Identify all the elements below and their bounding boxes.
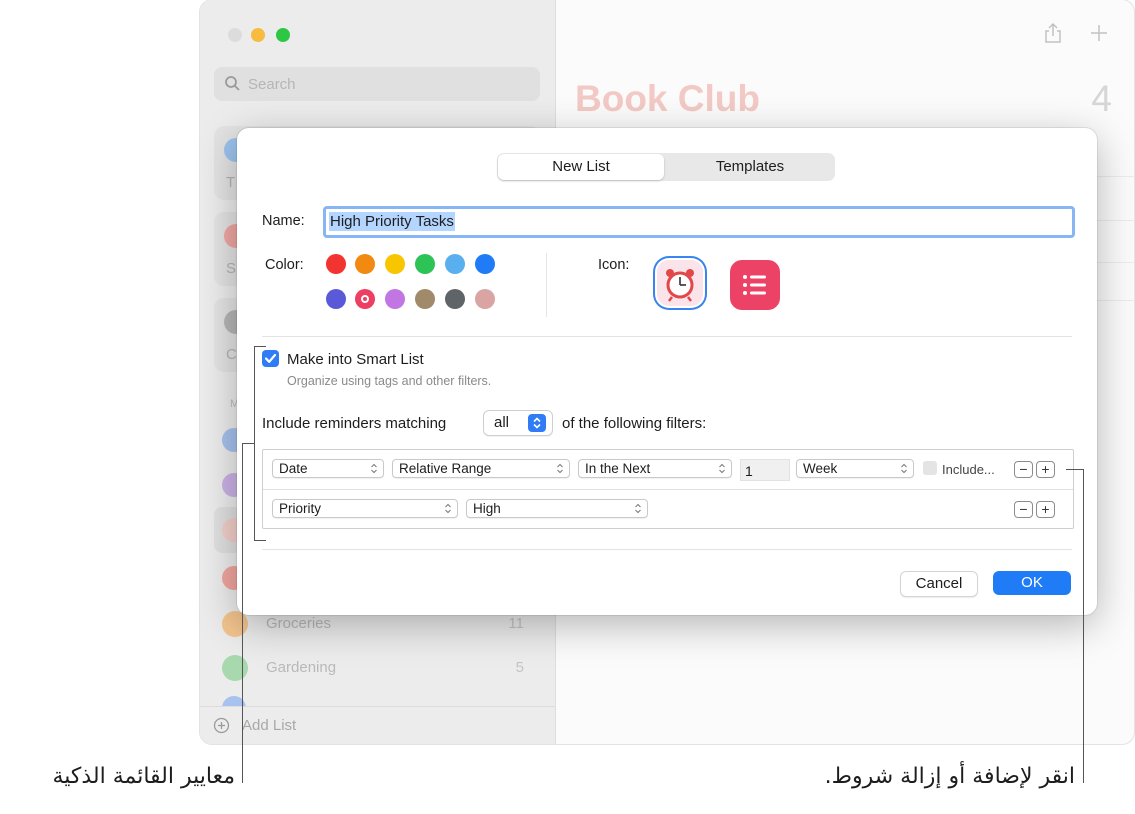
rule2-field-popup[interactable]: Priority xyxy=(272,499,458,518)
chevron-updown-icon xyxy=(528,414,546,432)
number-value: 1 xyxy=(745,463,753,479)
match-popup-value: all xyxy=(494,414,510,431)
popup-value: High xyxy=(473,501,501,516)
search-placeholder: Search xyxy=(248,76,296,93)
smart-list-label: Make into Smart List xyxy=(287,351,424,368)
alarm-clock-icon xyxy=(666,269,694,302)
selected-indicator-icon xyxy=(361,295,369,303)
name-input-value: High Priority Tasks xyxy=(329,212,455,231)
icon-option-list[interactable] xyxy=(730,260,780,310)
include-label: Include... xyxy=(942,462,995,477)
bracket-connector xyxy=(242,443,255,444)
rule1-number-input[interactable]: 1 xyxy=(740,459,790,481)
section-divider xyxy=(262,549,1072,550)
leaf-icon xyxy=(222,655,248,681)
popup-value: Relative Range xyxy=(399,461,492,476)
list-name: Groceries xyxy=(266,615,332,632)
filter-rules-box: Date Relative Range In the Next 1 Week I… xyxy=(262,449,1074,529)
card-label: C xyxy=(226,346,237,363)
cancel-button[interactable]: Cancel xyxy=(900,571,978,597)
ok-button[interactable]: OK xyxy=(993,571,1071,595)
callout-smart-criteria: معايير القائمة الذكية xyxy=(52,764,235,789)
bracket-bottom xyxy=(254,540,266,541)
popup-value: Date xyxy=(279,461,308,476)
segmented-control: New List Templates xyxy=(497,153,835,181)
rule1-add-button[interactable]: + xyxy=(1036,461,1055,478)
color-swatch-pink-selected[interactable] xyxy=(355,289,375,309)
rule1-remove-button[interactable]: − xyxy=(1014,461,1033,478)
smart-list-checkbox[interactable] xyxy=(262,350,279,367)
chevron-updown-icon xyxy=(371,463,377,474)
list-count: 11 xyxy=(508,615,524,632)
leader-line-right xyxy=(1083,469,1084,783)
match-popup[interactable]: all xyxy=(483,410,553,436)
tab-new-list[interactable]: New List xyxy=(498,154,664,180)
include-checkbox[interactable] xyxy=(923,461,937,475)
search-icon xyxy=(225,76,240,91)
color-swatch-green[interactable] xyxy=(415,254,435,274)
popup-value: Priority xyxy=(279,501,322,516)
list-bullets-icon xyxy=(743,275,766,295)
chevron-updown-icon xyxy=(901,463,907,474)
color-swatch-indigo[interactable] xyxy=(326,289,346,309)
callout-add-remove: انقر لإضافة أو إزالة شروط. xyxy=(824,764,1075,789)
bracket-top xyxy=(254,346,266,347)
chevron-updown-icon xyxy=(445,503,451,514)
color-label: Color: xyxy=(265,257,304,273)
rule2-add-button[interactable]: + xyxy=(1036,501,1055,518)
icon-label: Icon: xyxy=(598,257,630,273)
chevron-updown-icon xyxy=(557,463,563,474)
add-list-label: Add List xyxy=(242,717,297,734)
list-title: Book Club xyxy=(575,78,760,119)
card-label: T xyxy=(226,174,236,191)
name-input[interactable]: High Priority Tasks xyxy=(323,206,1075,238)
rule1-field-popup[interactable]: Date xyxy=(272,459,384,478)
color-swatch-red[interactable] xyxy=(326,254,346,274)
chevron-updown-icon xyxy=(719,463,725,474)
color-swatch-brown[interactable] xyxy=(415,289,435,309)
tab-templates[interactable]: Templates xyxy=(667,154,833,180)
list-count: 5 xyxy=(515,659,524,676)
rule1-when-popup[interactable]: In the Next xyxy=(578,459,732,478)
chevron-updown-icon xyxy=(635,503,641,514)
rule1-unit-popup[interactable]: Week xyxy=(796,459,914,478)
search-field[interactable]: Search xyxy=(214,67,540,101)
icon-option-alarm-clock[interactable] xyxy=(657,260,703,306)
color-swatch-gray[interactable] xyxy=(445,289,465,309)
plus-circle-icon xyxy=(213,717,230,734)
leader-connector-right xyxy=(1066,469,1083,470)
close-window-button[interactable] xyxy=(228,28,242,42)
color-swatch-rose[interactable] xyxy=(475,289,495,309)
rule2-remove-button[interactable]: − xyxy=(1014,501,1033,518)
name-label: Name: xyxy=(262,213,305,229)
zoom-window-button[interactable] xyxy=(276,28,290,42)
color-swatch-light-blue[interactable] xyxy=(445,254,465,274)
popup-value: Week xyxy=(803,461,838,476)
vertical-divider xyxy=(546,253,547,317)
leader-line-left xyxy=(242,443,243,783)
include-suffix: of the following filters: xyxy=(562,415,707,432)
list-item-gardening[interactable]: Gardening 5 xyxy=(222,651,534,683)
checkmark-icon xyxy=(264,353,277,363)
color-swatch-yellow[interactable] xyxy=(385,254,405,274)
popup-value: In the Next xyxy=(585,461,651,476)
rule1-range-popup[interactable]: Relative Range xyxy=(392,459,570,478)
rule2-value-popup[interactable]: High xyxy=(466,499,648,518)
color-swatch-blue[interactable] xyxy=(475,254,495,274)
new-list-dialog: New List Templates Name: High Priority T… xyxy=(237,128,1097,615)
rule-divider xyxy=(263,489,1073,490)
card-label: S xyxy=(226,260,237,277)
minimize-window-button[interactable] xyxy=(251,28,265,42)
color-swatch-orange[interactable] xyxy=(355,254,375,274)
cart-icon xyxy=(222,611,248,637)
include-prefix: Include reminders matching xyxy=(262,415,447,432)
section-divider xyxy=(262,336,1072,337)
list-count: 4 xyxy=(1091,78,1112,119)
add-list-button[interactable]: Add List xyxy=(200,706,555,744)
color-swatch-purple[interactable] xyxy=(385,289,405,309)
smart-list-hint: Organize using tags and other filters. xyxy=(287,374,492,388)
plus-icon[interactable] xyxy=(1090,24,1108,42)
list-name: Gardening xyxy=(266,659,337,676)
share-icon[interactable] xyxy=(1044,22,1062,44)
